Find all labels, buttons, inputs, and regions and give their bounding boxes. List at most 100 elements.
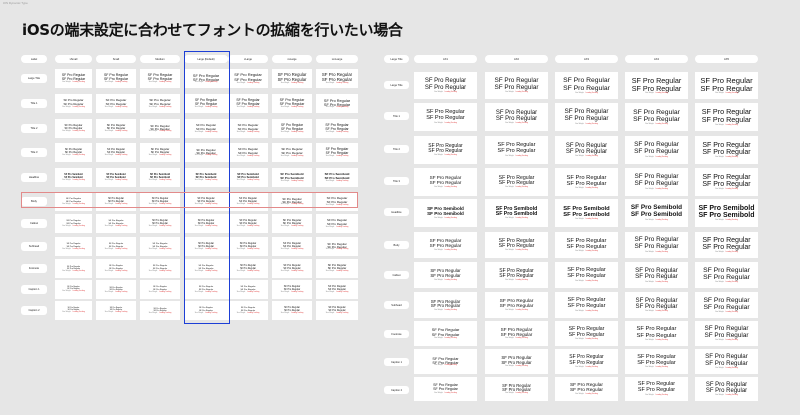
sample-cell: SF Pro Regular SF Pro Regular Size Weight L… xyxy=(555,321,618,346)
sample-text: SF Pro Regular xyxy=(637,387,676,393)
sample-text: SF Pro Regular xyxy=(150,126,170,131)
sample-cell: SF Pro Regular SF Pro Regular Size Weight L… xyxy=(140,237,180,256)
sample-text: SF Pro Regular xyxy=(66,245,81,248)
metrics-row: Size Weight Leading Tracking xyxy=(62,179,85,181)
sample-cell: SF Pro Regular SF Pro Regular Size Weight L… xyxy=(140,69,180,88)
metrics-row: Size Weight Leading Tracking xyxy=(148,312,172,314)
sample-cell: SF Pro Regular SF Pro Regular Size Weight L… xyxy=(485,292,548,318)
row-label: Large Title xyxy=(384,81,409,89)
sample-text: SF Pro Regular xyxy=(501,359,532,365)
sample-text: SF Pro Semibold xyxy=(630,211,683,218)
column-header: AX2 xyxy=(485,55,548,63)
sample-text: SF Pro Regular xyxy=(61,76,86,81)
row-label: Subhead xyxy=(384,301,409,309)
sample-text: SF Pro Regular xyxy=(430,273,461,278)
metrics-row: Size Weight Leading Tracking xyxy=(104,131,128,133)
metrics-row: Size Weight Leading Tracking xyxy=(715,395,738,397)
sample-text: SF Pro Regular xyxy=(705,388,748,394)
sample-cell: SF Pro Regular SF Pro Regular Size Weight L… xyxy=(414,349,477,374)
sample-cell: SF Pro Regular SF Pro Regular Size Weight L… xyxy=(555,349,618,374)
row-label: Callout xyxy=(384,271,409,279)
metrics-row: Size Weight Leading Tracking xyxy=(715,312,738,314)
metrics-row: Size Weight Leading Tracking xyxy=(194,204,218,206)
metrics-row: Size Weight Leading Tracking xyxy=(236,312,260,314)
metrics-row: Size Weight Leading Tracking xyxy=(505,187,528,189)
metrics-row: Size Weight Leading Tracking xyxy=(434,155,457,157)
sample-cell: SF Pro Regular SF Pro Regular Size Weight L… xyxy=(695,232,758,258)
row-label: Large Title xyxy=(21,74,47,83)
sample-cell: SF Pro Regular SF Pro Regular Size Weight L… xyxy=(485,103,548,131)
metrics-row: Size Weight Leading Tracking xyxy=(194,155,218,157)
metrics-row: Size Weight Leading Tracking xyxy=(434,309,457,311)
metrics-row: Size Weight Leading Tracking xyxy=(104,180,128,182)
metrics-row: Size Weight Leading Tracking xyxy=(280,180,304,182)
sample-cell: SF Pro Regular SF Pro Regular Size Weight L… xyxy=(96,69,136,88)
metrics-row: Size Weight Leading Tracking xyxy=(148,248,172,250)
metrics-row: Size Weight Leading Tracking xyxy=(434,249,457,251)
column-header: xLarge xyxy=(228,55,268,63)
column-header: Large Title xyxy=(384,55,409,63)
sample-cell: SF Pro Regular SF Pro Regular Size Weight L… xyxy=(228,119,268,138)
sample-text: SF Pro Regular xyxy=(700,83,753,93)
sample-cell: SF Pro Regular SF Pro Regular Size Weight L… xyxy=(695,136,758,164)
metrics-row: Size Weight Leading Tracking xyxy=(148,270,172,272)
metrics-row: Size Weight Leading Tracking xyxy=(325,249,349,251)
sample-cell: SF Pro Regular SF Pro Regular Size Weight L… xyxy=(55,259,92,278)
column-header: xxLarge xyxy=(272,55,312,63)
sample-cell: SF Pro Regular SF Pro Regular Size Weight L… xyxy=(316,192,358,211)
sample-cell: SF Pro Regular SF Pro Regular Size Weight L… xyxy=(184,214,228,233)
metrics-row: Size Weight Leading Tracking xyxy=(104,155,128,157)
sample-text: SF Pro Regular xyxy=(568,331,605,338)
sample-cell: SF Pro Regular SF Pro Regular Size Weight L… xyxy=(184,259,228,278)
column-header: xSmall xyxy=(55,55,92,63)
metrics-row: Size Weight Leading Tracking xyxy=(715,124,738,126)
sample-text: SF Pro Regular xyxy=(701,115,752,124)
sample-text: SF Pro Regular xyxy=(569,359,604,366)
metrics-row: Size Weight Leading Tracking xyxy=(62,203,85,205)
sample-text: SF Pro Regular xyxy=(703,304,750,311)
metrics-row: Size Weight Leading Tracking xyxy=(434,337,457,339)
sample-cell: SF Pro Regular SF Pro Regular Size Weight L… xyxy=(184,280,228,299)
sample-text: SF Pro Regular xyxy=(64,150,83,154)
sample-text: SF Pro Regular xyxy=(566,244,607,250)
column-header: xxxLarge xyxy=(316,55,358,63)
sample-cell: SF Pro Regular SF Pro Regular Size Weight L… xyxy=(555,103,618,131)
sample-cell: SF Pro Regular SF Pro Regular Size Weight L… xyxy=(695,292,758,318)
sample-cell: SF Pro Regular SF Pro Regular Size Weight L… xyxy=(96,94,136,113)
metrics-row: Size Weight Leading Tracking xyxy=(194,106,218,108)
sample-text: SF Pro Semibold xyxy=(237,175,259,179)
sample-text: SF Pro Regular xyxy=(634,148,679,155)
sample-text: SF Pro Regular xyxy=(567,303,606,309)
metrics-row: Size Weight Leading Tracking xyxy=(715,340,738,342)
sample-cell: SF Pro Regular SF Pro Regular Size Weight L… xyxy=(625,72,688,99)
sample-text: SF Pro Semibold xyxy=(195,175,217,179)
sample-cell: SF Pro Regular SF Pro Regular Size Weight L… xyxy=(55,301,92,320)
sample-text: SF Pro Regular xyxy=(153,309,167,312)
metrics-row: Size Weight Leading Tracking xyxy=(236,180,260,182)
metrics-row: Size Weight Leading Tracking xyxy=(194,131,218,133)
sample-cell: SF Pro Regular SF Pro Regular Size Weight L… xyxy=(96,192,136,211)
sample-cell: SF Pro Regular SF Pro Regular Size Weight L… xyxy=(555,168,618,196)
sample-cell: SF Pro Regular SF Pro Regular Size Weight L… xyxy=(55,237,92,256)
sample-cell: SF Pro Regular SF Pro Regular Size Weight L… xyxy=(695,377,758,401)
sample-text: SF Pro Regular xyxy=(636,332,677,339)
metrics-row: Size Weight Leading Tracking xyxy=(194,248,218,250)
metrics-row: Size Weight Leading Tracking xyxy=(236,291,260,293)
sample-text: SF Pro Regular xyxy=(430,303,461,308)
sample-text: SF Pro Regular xyxy=(152,267,168,270)
metrics-row: Size Weight Leading Tracking xyxy=(194,291,218,293)
metrics-row: Size Weight Leading Tracking xyxy=(645,281,668,283)
sample-text: SF Pro Regular xyxy=(433,387,458,391)
sample-cell: SF Pro Regular SF Pro Regular Size Weight L… xyxy=(228,301,268,320)
row-label: Footnote xyxy=(21,264,47,273)
metrics-row: Size Weight Leading Tracking xyxy=(505,338,528,340)
metrics-row: Size Weight Leading Tracking xyxy=(434,392,457,394)
metrics-row: Size Weight Leading Tracking xyxy=(62,248,85,250)
metrics-row: Size Weight Leading Tracking xyxy=(104,248,128,250)
sample-cell: SF Pro Regular SF Pro Regular Size Weight L… xyxy=(316,143,358,162)
sample-text: SF Pro Regular xyxy=(702,236,751,244)
sample-cell: SF Pro Regular SF Pro Regular Size Weight L… xyxy=(485,168,548,196)
sample-cell: SF Pro Regular SF Pro Regular Size Weight L… xyxy=(228,192,268,211)
metrics-row: Size Weight Leading Tracking xyxy=(236,155,260,157)
metrics-row: Size Weight Leading Tracking xyxy=(645,156,668,158)
